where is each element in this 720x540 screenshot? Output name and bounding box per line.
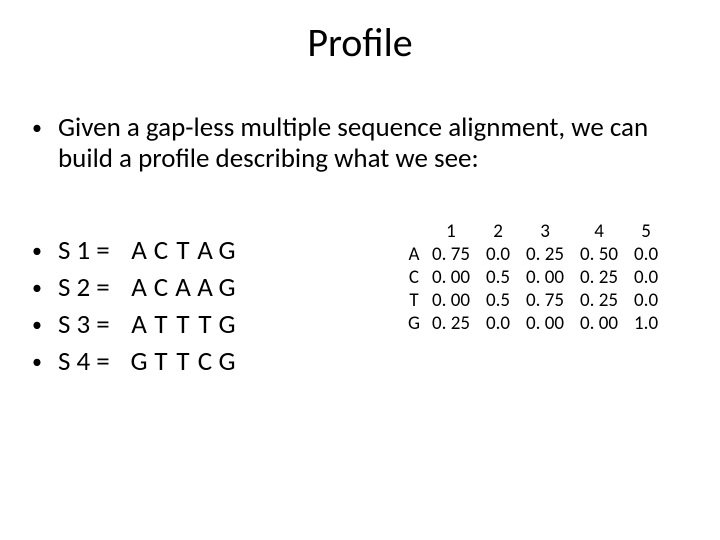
- row-header: A: [400, 243, 424, 266]
- row-header: G: [400, 312, 424, 335]
- slide-title: Profile: [0, 18, 720, 67]
- seq-char: C: [150, 271, 172, 304]
- seq-char: A: [172, 271, 194, 304]
- seq-char: A: [128, 271, 150, 304]
- sequence-label: S 3 =: [58, 308, 128, 341]
- bullet-icon: •: [32, 273, 58, 303]
- sequence-label: S 1 =: [58, 234, 128, 267]
- cell: 0. 00: [424, 289, 478, 312]
- cell: 0.5: [478, 266, 518, 289]
- row-header: C: [400, 266, 424, 289]
- cell: 0. 25: [424, 312, 478, 335]
- bullet-icon: •: [32, 310, 58, 340]
- seq-char: T: [172, 234, 194, 267]
- sequence-letters: ACAAG: [128, 271, 238, 304]
- cell: 0. 00: [424, 266, 478, 289]
- cell: 0. 50: [572, 243, 626, 266]
- cell: 1.0: [626, 312, 666, 335]
- cell: 0. 25: [572, 266, 626, 289]
- seq-char: A: [128, 308, 150, 341]
- sequence-label: S 4 =: [58, 345, 128, 378]
- cell: 0. 75: [424, 243, 478, 266]
- bullet-icon: •: [32, 112, 58, 144]
- seq-char: T: [172, 345, 194, 378]
- seq-char: A: [194, 271, 216, 304]
- seq-char: G: [128, 345, 150, 378]
- cell: 0.0: [626, 243, 666, 266]
- seq-char: A: [128, 234, 150, 267]
- cell: 0. 25: [518, 243, 572, 266]
- cell: 0.0: [478, 312, 518, 335]
- seq-char: T: [194, 308, 216, 341]
- seq-char: T: [150, 345, 172, 378]
- table-header-row: 1 2 3 4 5: [400, 220, 666, 243]
- col-header: 3: [518, 220, 572, 243]
- cell: 0. 00: [518, 266, 572, 289]
- col-header: 5: [626, 220, 666, 243]
- table-row: T 0. 00 0.5 0. 75 0. 25 0.0: [400, 289, 666, 312]
- table-row: G 0. 25 0.0 0. 00 0. 00 1.0: [400, 312, 666, 335]
- sequence-label: S 2 =: [58, 271, 128, 304]
- seq-char: A: [194, 234, 216, 267]
- profile-table: 1 2 3 4 5 A 0. 75 0.0 0. 25 0. 50 0.0 C …: [400, 220, 666, 335]
- sequence-row: • S 3 = ATTTG: [32, 308, 238, 341]
- sequence-row: • S 1 = ACTAG: [32, 234, 238, 267]
- col-header: 2: [478, 220, 518, 243]
- table-row: A 0. 75 0.0 0. 25 0. 50 0.0: [400, 243, 666, 266]
- bullet-icon: •: [32, 236, 58, 266]
- seq-char: G: [216, 271, 238, 304]
- seq-char: C: [194, 345, 216, 378]
- cell: 0.0: [626, 289, 666, 312]
- row-header: T: [400, 289, 424, 312]
- cell: 0.0: [626, 266, 666, 289]
- col-header: 1: [424, 220, 478, 243]
- seq-char: G: [216, 308, 238, 341]
- cell: 0. 00: [518, 312, 572, 335]
- col-header: 4: [572, 220, 626, 243]
- cell: 0.0: [478, 243, 518, 266]
- sequence-letters: GTTCG: [128, 345, 238, 378]
- cell: 0. 25: [572, 289, 626, 312]
- table-row: C 0. 00 0.5 0. 00 0. 25 0.0: [400, 266, 666, 289]
- seq-char: C: [150, 234, 172, 267]
- intro-text: Given a gap-less multiple sequence align…: [58, 112, 696, 174]
- intro-bullet: • Given a gap-less multiple sequence ali…: [32, 112, 696, 174]
- sequence-list: • S 1 = ACTAG • S 2 = ACAAG • S 3 = ATTT…: [32, 230, 238, 382]
- sequence-row: • S 4 = GTTCG: [32, 345, 238, 378]
- sequence-row: • S 2 = ACAAG: [32, 271, 238, 304]
- cell: 0. 75: [518, 289, 572, 312]
- slide: Profile • Given a gap-less multiple sequ…: [0, 0, 720, 540]
- cell: 0.5: [478, 289, 518, 312]
- seq-char: G: [216, 345, 238, 378]
- sequence-letters: ATTTG: [128, 308, 238, 341]
- bullet-icon: •: [32, 347, 58, 377]
- cell: 0. 00: [572, 312, 626, 335]
- seq-char: T: [172, 308, 194, 341]
- seq-char: T: [150, 308, 172, 341]
- seq-char: G: [216, 234, 238, 267]
- sequence-letters: ACTAG: [128, 234, 238, 267]
